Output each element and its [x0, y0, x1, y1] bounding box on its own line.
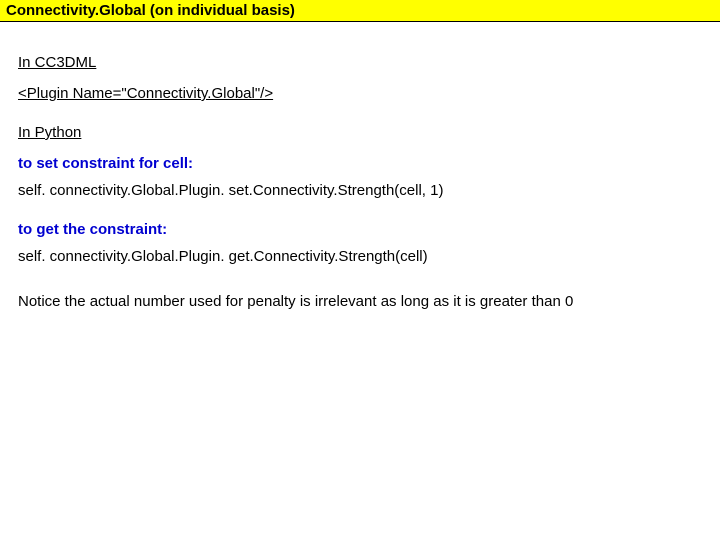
plugin-xml-text: <Plugin Name="Connectivity.Global"/> [18, 85, 273, 102]
set-constraint-label: to set constraint for cell: [18, 155, 702, 172]
get-constraint-code: self. connectivity.Global.Plugin. get.Co… [18, 248, 702, 265]
slide-content: In CC3DML <Plugin Name="Connectivity.Glo… [0, 22, 720, 310]
slide-title-bar: Connectivity.Global (on individual basis… [0, 0, 720, 22]
slide-title: Connectivity.Global (on individual basis… [6, 2, 295, 19]
footer-note: Notice the actual number used for penalt… [18, 293, 702, 310]
plugin-xml-line: <Plugin Name="Connectivity.Global"/> [18, 85, 702, 102]
get-constraint-label: to get the constraint: [18, 221, 702, 238]
cc3dml-heading: In CC3DML [18, 54, 702, 71]
set-constraint-code: self. connectivity.Global.Plugin. set.Co… [18, 182, 702, 199]
python-heading: In Python [18, 124, 702, 141]
